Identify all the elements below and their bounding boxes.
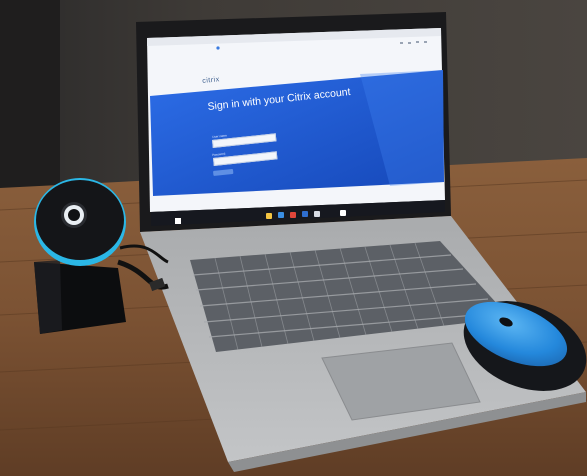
scanner-lens	[68, 209, 80, 221]
photo-scene: citrix Sign in with your Citrix account …	[0, 0, 587, 476]
file-explorer-icon[interactable]	[266, 213, 272, 219]
windows-start-icon[interactable]	[175, 218, 181, 224]
edge-icon[interactable]	[278, 212, 284, 218]
photo-illustration	[0, 0, 587, 476]
app-icon[interactable]	[314, 211, 320, 217]
outlook-icon[interactable]	[302, 211, 308, 217]
browser-logo-icon	[216, 46, 220, 50]
chrome-icon[interactable]	[290, 212, 296, 218]
citrix-app-icon[interactable]	[340, 210, 346, 216]
